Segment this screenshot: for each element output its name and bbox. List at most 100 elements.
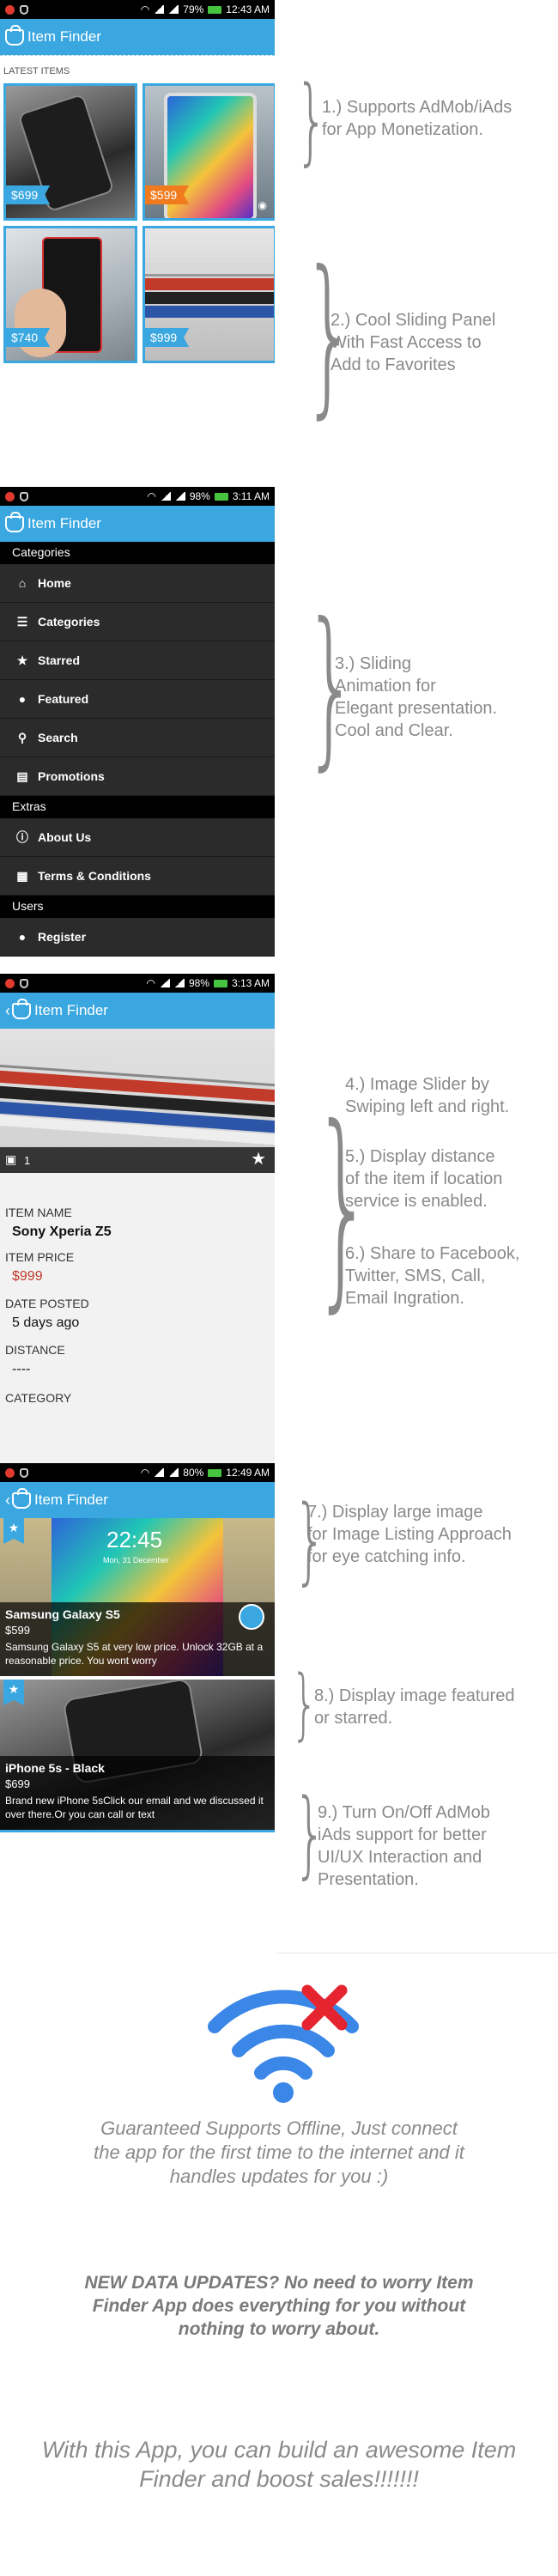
drawer-item-about[interactable]: ⓘ About Us	[0, 818, 275, 857]
notification-icon	[5, 978, 15, 988]
card-overlay: iPhone 5s - Black $699 Brand new iPhone …	[0, 1756, 275, 1830]
back-arrow-icon[interactable]: ‹	[5, 1492, 10, 1510]
callout-line: for eye catching info.	[307, 1547, 466, 1566]
drawer-item-home[interactable]: ⌂ Home	[0, 564, 275, 603]
android-debug-icon	[20, 1467, 28, 1478]
shopping-bag-icon	[5, 24, 24, 46]
item-tile[interactable]: $740	[3, 226, 137, 363]
android-debug-icon	[20, 4, 28, 15]
notification-icon	[5, 4, 15, 15]
callout-line: 9.) Turn On/Off AdMob	[318, 1803, 490, 1822]
home-icon: ⌂	[18, 576, 27, 590]
shopping-bag-icon	[5, 511, 24, 532]
phone-date-text: Mon, 31 December	[103, 1556, 169, 1564]
app-bar[interactable]: Item Finder	[0, 506, 275, 542]
clock: 3:13 AM	[231, 977, 270, 989]
drawer-item-label: Starred	[38, 653, 81, 667]
battery-percent: 98%	[189, 490, 210, 502]
signal-icon	[154, 1468, 165, 1477]
signal-icon	[173, 979, 185, 987]
item-tile[interactable]: $599 ◉	[143, 83, 275, 221]
drawer-item-label: Promotions	[38, 769, 105, 783]
app-bar[interactable]: ‹ Item Finder	[0, 993, 275, 1029]
app-title: Item Finder	[27, 515, 101, 532]
status-bar: ◠ 98% 3:11 AM	[0, 487, 275, 506]
drawer-item-terms[interactable]: ▦ Terms & Conditions	[0, 857, 275, 896]
callout-line: 5.) Display distance	[345, 1147, 495, 1166]
drawer-item-label: Search	[38, 731, 78, 744]
wifi-offline-icon	[208, 1984, 359, 2103]
back-arrow-icon[interactable]: ‹	[5, 1002, 10, 1020]
callout-2: 2.) Cool Sliding Panel With Fast Access …	[331, 309, 495, 376]
status-bar: ◠ 79% 12:43 AM	[0, 0, 275, 19]
distance: ----	[12, 1362, 31, 1376]
card-overlay: Samsung Galaxy S5 $599 Samsung Galaxy S5…	[0, 1602, 275, 1676]
date-posted-label: DATE POSTED	[5, 1297, 89, 1310]
distance-label: DISTANCE	[5, 1343, 65, 1357]
star-badge: ★	[3, 1518, 24, 1544]
search-icon: ⚲	[17, 730, 27, 744]
drawer-section-header: Users	[0, 896, 275, 918]
drawer-item-label: About Us	[38, 830, 92, 844]
battery-icon	[208, 5, 222, 14]
callout-line: Elegant presentation.	[335, 699, 498, 718]
clock: 12:43 AM	[226, 3, 270, 15]
clock: 12:49 AM	[226, 1467, 270, 1479]
section-label: LATEST ITEMS	[0, 55, 275, 80]
screen-item-detail: ◠ 98% 3:13 AM ‹ Item Finder ▣ 1 ★ ITEM N…	[0, 974, 275, 1463]
callout-line: Twitter, SMS, Call,	[345, 1267, 486, 1285]
item-tile[interactable]: $999	[143, 226, 275, 363]
card-price: $599	[5, 1624, 30, 1637]
drawer-item-promotions[interactable]: ▤ Promotions	[0, 757, 275, 796]
android-debug-icon	[20, 978, 28, 988]
item-photo	[145, 292, 274, 304]
app-title: Item Finder	[27, 28, 101, 45]
wifi-icon: ◠	[146, 977, 155, 989]
drawer-item-starred[interactable]: ★ Starred	[0, 641, 275, 680]
item-photo	[145, 263, 274, 276]
callout-line: 7.) Display large image	[307, 1503, 483, 1522]
battery-icon	[214, 492, 228, 501]
callout-line: 3.) Sliding	[335, 654, 411, 673]
listing-card[interactable]: ★ iPhone 5s - Black $699 Brand new iPhon…	[0, 1680, 275, 1832]
app-bar[interactable]: Item Finder	[0, 19, 275, 55]
star-icon: ★	[16, 653, 28, 667]
battery-percent: 98%	[188, 977, 209, 989]
signal-icon	[168, 1468, 179, 1477]
callout-line: Presentation.	[318, 1870, 419, 1889]
offline-text: Guaranteed Supports Offline, Just connec…	[94, 2117, 464, 2187]
updates-text: NEW DATA UPDATES? No need to worry Item …	[84, 2273, 474, 2339]
drawer-item-featured[interactable]: ● Featured	[0, 680, 275, 719]
item-photo	[145, 306, 274, 318]
category-label: CATEGORY	[5, 1391, 72, 1405]
drawer-section-header: Extras	[0, 796, 275, 818]
drawer-item-search[interactable]: ⚲ Search	[0, 719, 275, 757]
screen-latest-items: ◠ 79% 12:43 AM Item Finder LATEST ITEMS …	[0, 0, 275, 404]
status-bar: ◠ 80% 12:49 AM	[0, 1463, 275, 1482]
drawer-item-categories[interactable]: ☰ Categories	[0, 603, 275, 641]
callout-line: for Image Listing Approach	[307, 1525, 512, 1544]
newspaper-icon: ▤	[16, 769, 28, 783]
wifi-icon: ◠	[147, 490, 156, 502]
image-slider[interactable]: ▣ 1 ★	[0, 1029, 275, 1173]
info-icon: ⓘ	[16, 830, 28, 844]
drawer-item-register[interactable]: ● Register	[0, 918, 275, 957]
card-description: Samsung Galaxy S5 at very low price. Unl…	[5, 1641, 264, 1667]
item-name-label: ITEM NAME	[5, 1206, 72, 1219]
listing-card[interactable]: 22:45 Mon, 31 December ★ Samsung Galaxy …	[0, 1518, 275, 1676]
drawer-item-label: Register	[38, 930, 87, 944]
callout-6: 6.) Share to Facebook, Twitter, SMS, Cal…	[345, 1242, 519, 1309]
signal-icon	[159, 979, 170, 987]
callout-line: 6.) Share to Facebook,	[345, 1244, 520, 1263]
callout-line: Email Ingration.	[345, 1289, 464, 1308]
signal-icon	[174, 492, 185, 501]
notification-icon	[5, 1467, 15, 1478]
favorite-star-icon[interactable]: ★	[251, 1148, 266, 1170]
wifi-icon: ◠	[140, 3, 150, 15]
callout-line: Animation for	[335, 677, 436, 696]
item-tile[interactable]: $699	[3, 83, 137, 221]
card-description: Brand new iPhone 5sClick our email and w…	[5, 1795, 264, 1820]
callout-line: 8.) Display image featured	[314, 1686, 515, 1705]
screen-image-listing: ◠ 80% 12:49 AM ‹ Item Finder 22:45 Mon, …	[0, 1463, 275, 1832]
app-bar[interactable]: ‹ Item Finder	[0, 1482, 275, 1518]
